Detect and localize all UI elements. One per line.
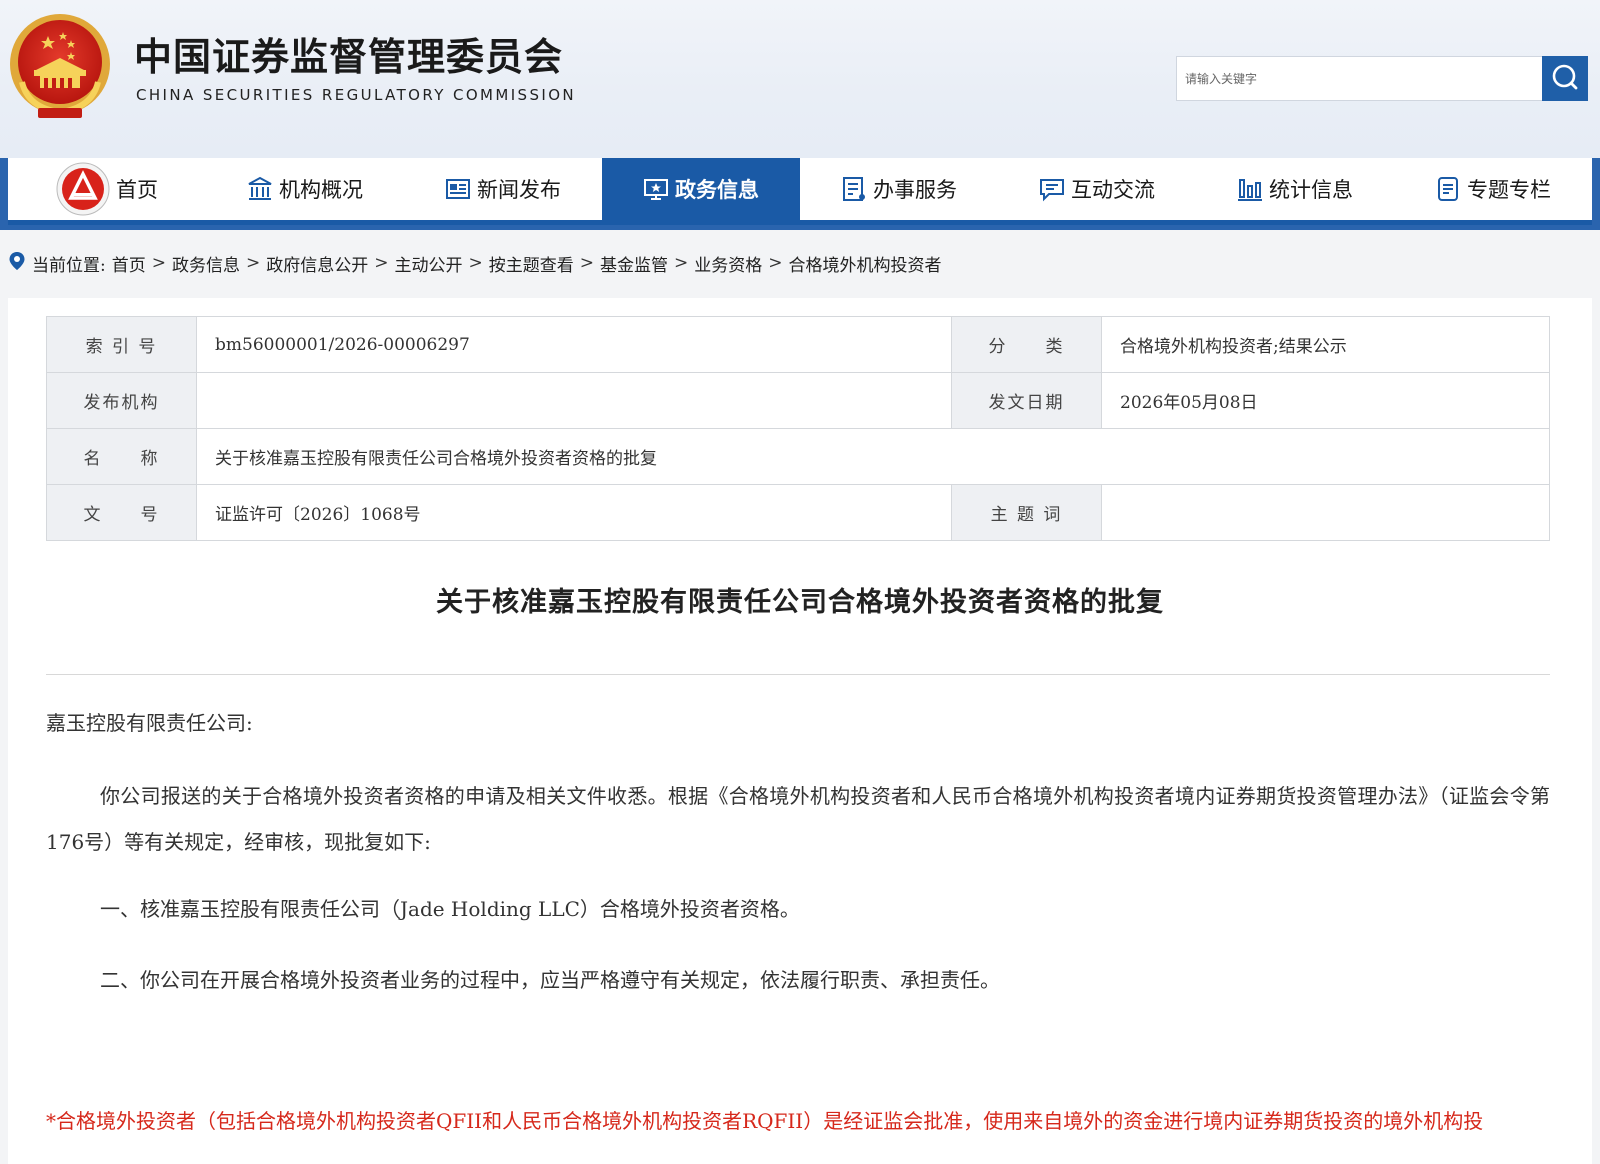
- index-label: 索 引 号: [46, 316, 197, 373]
- nav-label: 新闻发布: [477, 178, 561, 202]
- document-item-1: 一、核准嘉玉控股有限责任公司（Jade Holding LLC）合格境外投资者资…: [100, 897, 800, 921]
- footnote: *合格境外投资者（包括合格境外机构投资者QFII和人民币合格境外机构投资者RQF…: [46, 1109, 1484, 1133]
- csrc-badge-icon: [56, 162, 110, 216]
- national-emblem-icon: [8, 12, 112, 120]
- breadcrumb-item[interactable]: 首页: [112, 251, 146, 276]
- nav-label: 互动交流: [1071, 178, 1155, 202]
- title-divider: [46, 674, 1550, 675]
- site-header: 中国证券监督管理委员会 CHINA SECURITIES REGULATORY …: [0, 0, 1600, 158]
- date-value: 2026年05月08日: [1101, 372, 1550, 429]
- nav-label: 机构概况: [279, 178, 363, 202]
- date-label: 发文日期: [951, 372, 1102, 429]
- document-body: 你公司报送的关于合格境外投资者资格的申请及相关文件收悉。根据《合格境外机构投资者…: [46, 784, 1550, 854]
- category-value: 合格境外机构投资者;结果公示: [1101, 316, 1550, 373]
- document-icon: [1435, 176, 1461, 202]
- government-info-icon: [643, 176, 669, 202]
- document-title: 关于核准嘉玉控股有限责任公司合格境外投资者资格的批复: [436, 587, 1164, 618]
- breadcrumb-separator: >: [768, 253, 783, 273]
- keyword-label: 主 题 词: [951, 484, 1102, 541]
- chat-icon: [1039, 176, 1065, 202]
- breadcrumb-item[interactable]: 政府信息公开: [266, 251, 368, 276]
- breadcrumb-item[interactable]: 主动公开: [394, 251, 462, 276]
- breadcrumb-separator: >: [374, 253, 389, 273]
- location-pin-icon: [8, 251, 26, 276]
- index-value: bm56000001/2026-00006297: [196, 316, 952, 373]
- breadcrumb-item[interactable]: 基金监管: [600, 251, 668, 276]
- nav-item-statistics[interactable]: 统计信息: [1196, 158, 1394, 220]
- table-row: 名 称 关于核准嘉玉控股有限责任公司合格境外投资者资格的批复: [46, 428, 1550, 485]
- keyword-value: [1101, 484, 1550, 541]
- nav-item-news[interactable]: 新闻发布: [404, 158, 602, 220]
- docno-label: 文 号: [46, 484, 197, 541]
- site-title: 中国证券监督管理委员会: [134, 35, 564, 79]
- news-icon: [445, 176, 471, 202]
- issuer-label: 发布机构: [46, 372, 197, 429]
- nav-label: 办事服务: [873, 178, 957, 202]
- nav-item-government-info[interactable]: 政务信息: [602, 158, 800, 220]
- search-box: [1176, 56, 1588, 101]
- breadcrumb-item[interactable]: 按主题查看: [489, 251, 574, 276]
- name-label: 名 称: [46, 428, 197, 485]
- bar-chart-icon: [1237, 176, 1263, 202]
- document-content: 索 引 号 bm56000001/2026-00006297 分 类 合格境外机…: [8, 298, 1592, 1164]
- nav-label: 首页: [116, 178, 158, 202]
- issuer-value: [196, 372, 952, 429]
- salutation: 嘉玉控股有限责任公司:: [46, 711, 253, 735]
- breadcrumb-item[interactable]: 政务信息: [172, 251, 240, 276]
- nav-item-interaction[interactable]: 互动交流: [998, 158, 1196, 220]
- nav-label: 统计信息: [1269, 178, 1353, 202]
- site-subtitle: CHINA SECURITIES REGULATORY COMMISSION: [136, 86, 577, 104]
- nav-item-service[interactable]: 办事服务: [800, 158, 998, 220]
- search-button[interactable]: [1542, 56, 1588, 101]
- table-row: 发布机构 发文日期 2026年05月08日: [46, 372, 1550, 429]
- breadcrumb-separator: >: [245, 253, 261, 273]
- table-row: 文 号 证监许可〔2026〕1068号 主 题 词: [46, 484, 1550, 541]
- table-row: 索 引 号 bm56000001/2026-00006297 分 类 合格境外机…: [46, 316, 1550, 373]
- breadcrumb-separator: >: [151, 253, 166, 273]
- service-icon: [841, 176, 867, 202]
- docno-value: 证监许可〔2026〕1068号: [196, 484, 952, 541]
- nav-label: 专题专栏: [1467, 178, 1551, 202]
- search-icon: [1551, 63, 1579, 95]
- nav-item-institution[interactable]: 机构概况: [206, 158, 404, 220]
- nav-item-topics[interactable]: 专题专栏: [1394, 158, 1592, 220]
- breadcrumb: 当前位置: 首页 > 政务信息 > 政府信息公开 > 主动公开 > 按主题查看 …: [8, 250, 941, 276]
- breadcrumb-prefix: 当前位置:: [32, 255, 106, 276]
- breadcrumb-item[interactable]: 合格境外机构投资者: [788, 251, 941, 276]
- search-input[interactable]: [1185, 57, 1535, 100]
- category-label: 分 类: [951, 316, 1102, 373]
- document-meta-table: 索 引 号 bm56000001/2026-00006297 分 类 合格境外机…: [46, 316, 1550, 541]
- name-value: 关于核准嘉玉控股有限责任公司合格境外投资者资格的批复: [196, 428, 1550, 485]
- nav-item-home[interactable]: 首页: [8, 158, 206, 220]
- breadcrumb-item[interactable]: 业务资格: [694, 251, 762, 276]
- breadcrumb-separator: >: [673, 253, 689, 273]
- institution-icon: [247, 176, 273, 202]
- breadcrumb-separator: >: [468, 253, 483, 273]
- breadcrumb-separator: >: [579, 253, 594, 273]
- main-nav: 首页 机构概况 新闻发布 政务信息 办事服务 互动交流 统计信息 专题专栏: [8, 158, 1592, 225]
- nav-label: 政务信息: [675, 178, 759, 202]
- document-item-2: 二、你公司在开展合格境外投资者业务的过程中，应当严格遵守有关规定，依法履行职责、…: [100, 968, 1000, 992]
